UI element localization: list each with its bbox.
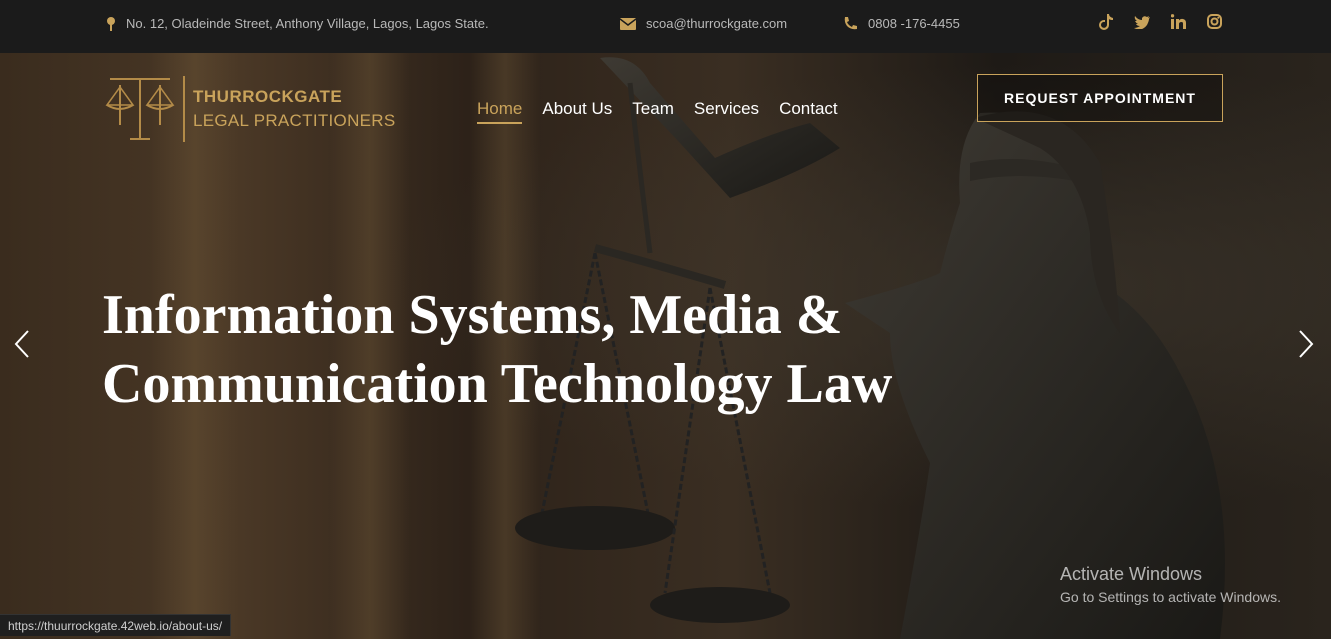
hero-headline-line2: Communication Technology Law (102, 353, 893, 415)
logo-text: THURROCKGATE LEGAL PRACTITIONERS (193, 87, 396, 131)
hero-slider: THURROCKGATE LEGAL PRACTITIONERS Home Ab… (0, 53, 1331, 639)
slider-prev-button[interactable] (12, 329, 32, 368)
chevron-left-icon (14, 330, 29, 358)
scales-logo-icon (105, 78, 175, 140)
windows-activation-watermark: Activate Windows Go to Settings to activ… (1060, 564, 1281, 605)
phone-icon (843, 16, 858, 31)
activate-windows-subtitle: Go to Settings to activate Windows. (1060, 589, 1281, 605)
hero-headline: Information Systems, Media & Communicati… (102, 281, 922, 419)
instagram-icon[interactable] (1205, 14, 1223, 33)
email-item[interactable]: scoa@thurrockgate.com (620, 0, 787, 47)
nav-item-about-us[interactable]: About Us (542, 99, 612, 124)
phone-link[interactable]: 0808 -176-4455 (868, 16, 960, 31)
logo-divider (183, 76, 185, 142)
hero-headline-line1: Information Systems, Media & (102, 284, 843, 346)
nav-item-home[interactable]: Home (477, 99, 523, 124)
social-links (1097, 0, 1223, 47)
top-info-bar: No. 12, Oladeinde Street, Anthony Villag… (0, 0, 1331, 53)
nav-item-team[interactable]: Team (632, 99, 674, 124)
address-item: No. 12, Oladeinde Street, Anthony Villag… (106, 0, 489, 47)
site-logo[interactable]: THURROCKGATE LEGAL PRACTITIONERS (105, 75, 396, 143)
logo-title: THURROCKGATE (193, 87, 343, 106)
location-pin-icon (106, 16, 116, 31)
activate-windows-title: Activate Windows (1060, 564, 1203, 584)
phone-item[interactable]: 0808 -176-4455 (843, 0, 960, 47)
chevron-right-icon (1299, 330, 1314, 358)
browser-status-url: https://thuurrockgate.42web.io/about-us/ (0, 614, 232, 636)
request-appointment-button[interactable]: REQUEST APPOINTMENT (977, 74, 1223, 122)
logo-subtitle: LEGAL PRACTITIONERS (193, 111, 396, 130)
email-link[interactable]: scoa@thurrockgate.com (646, 16, 787, 31)
main-nav: Home About Us Team Services Contact (477, 99, 838, 124)
address-text: No. 12, Oladeinde Street, Anthony Villag… (126, 16, 489, 31)
linkedin-icon[interactable] (1169, 14, 1187, 33)
slider-next-button[interactable] (1296, 329, 1316, 368)
twitter-icon[interactable] (1133, 15, 1151, 33)
nav-item-services[interactable]: Services (694, 99, 759, 124)
envelope-icon (620, 17, 636, 30)
tiktok-icon[interactable] (1097, 13, 1115, 34)
nav-item-contact[interactable]: Contact (779, 99, 838, 124)
